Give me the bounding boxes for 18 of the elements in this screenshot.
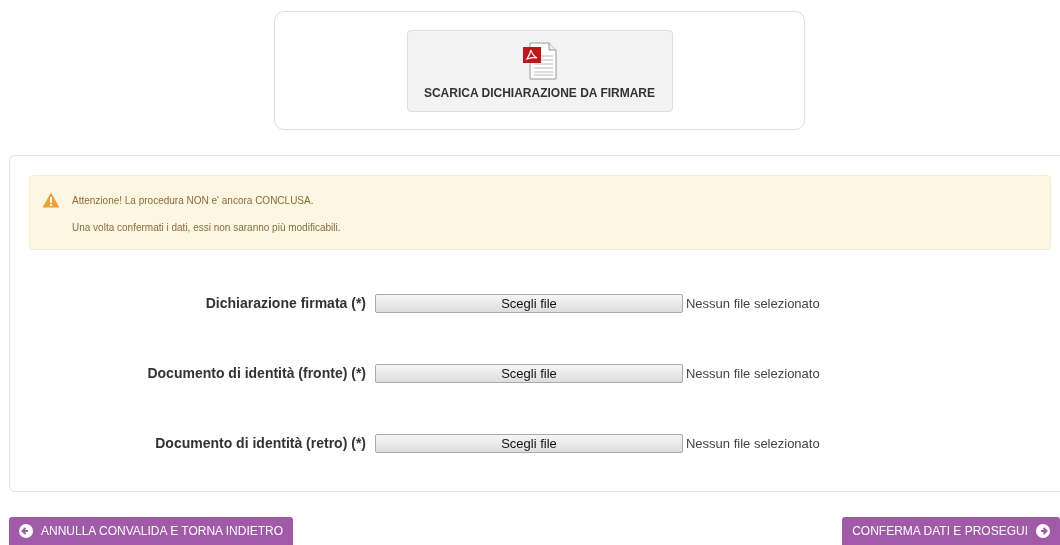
file-status: Nessun file selezionato [685, 295, 821, 311]
field-label: Documento di identità (retro) (*) [154, 435, 366, 451]
arrow-right-icon [1036, 524, 1050, 538]
choose-file-button[interactable]: Scegli file [375, 433, 683, 453]
arrow-left-icon [19, 524, 33, 538]
field-label: Documento di identità (fronte) (*) [146, 365, 366, 381]
field-label: Dichiarazione firmata (*) [204, 295, 366, 311]
file-status: Nessun file selezionato [685, 435, 821, 451]
download-button[interactable]: SCARICA DICHIARAZIONE DA FIRMARE [406, 30, 673, 112]
confirm-button[interactable]: CONFERMA DATI E PROSEGUI [842, 517, 1060, 545]
alert-title: Attenzione! La procedura NON e' ancora CONCLUSA. [72, 194, 315, 206]
warning-icon [42, 192, 60, 208]
alert-message: Una volta confermati i dati, essi non saranno più modificabili. [72, 222, 342, 233]
choose-file-button[interactable]: Scegli file [375, 363, 683, 383]
file-status: Nessun file selezionato [685, 365, 821, 381]
choose-file-button[interactable]: Scegli file [375, 293, 683, 313]
pdf-file-icon [522, 42, 557, 80]
back-button[interactable]: ANNULLA CONVALIDA E TORNA INDIETRO [9, 517, 294, 545]
